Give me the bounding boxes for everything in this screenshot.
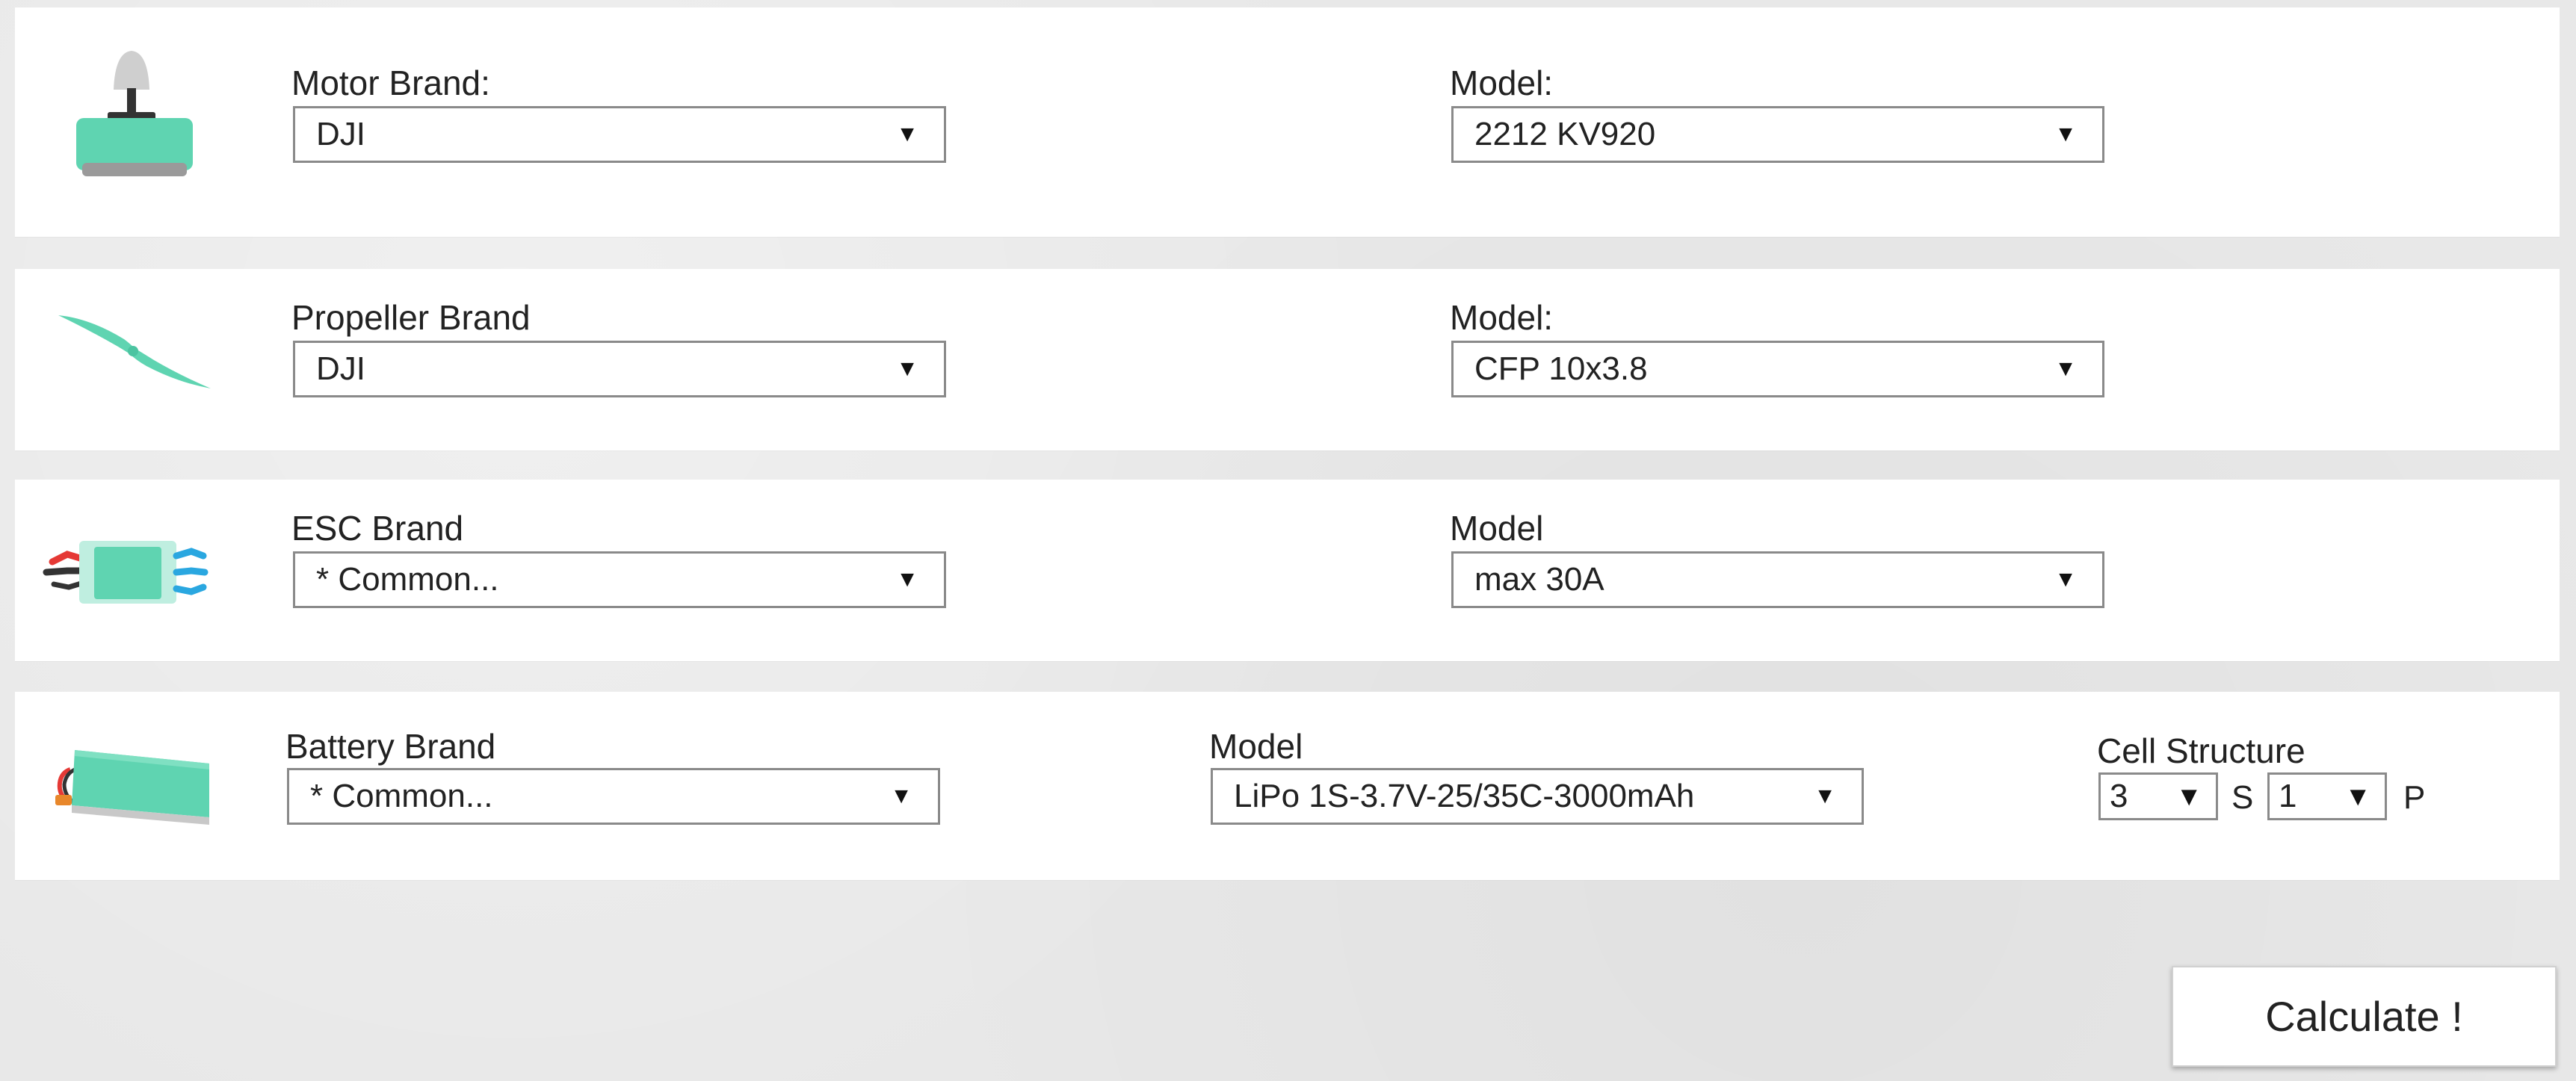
esc-icon xyxy=(43,541,209,604)
esc-brand-label: ESC Brand xyxy=(291,509,464,548)
chevron-down-icon: ▼ xyxy=(2054,567,2077,592)
esc-model-value: max 30A xyxy=(1474,561,1604,598)
propeller-brand-select[interactable]: DJI ▼ xyxy=(293,341,946,397)
parallel-count-value: 1 xyxy=(2279,778,2297,814)
motor-model-select[interactable]: 2212 KV920 ▼ xyxy=(1451,106,2104,163)
motor-model-label: Model: xyxy=(1450,64,1554,102)
propeller-brand-label: Propeller Brand xyxy=(291,298,531,337)
battery-model-label: Model xyxy=(1209,727,1303,766)
series-unit-label: S xyxy=(2231,779,2254,816)
chevron-down-icon: ▼ xyxy=(890,784,912,808)
battery-brand-select[interactable]: * Common... ▼ xyxy=(287,768,940,825)
calculate-button[interactable]: Calculate ! xyxy=(2172,966,2557,1067)
battery-brand-label: Battery Brand xyxy=(285,727,496,766)
esc-panel: ESC Brand * Common... ▼ Model max 30A ▼ xyxy=(15,480,2560,661)
motor-brand-label: Motor Brand: xyxy=(291,64,490,102)
battery-icon xyxy=(55,750,209,825)
propeller-model-label: Model: xyxy=(1450,298,1554,337)
series-count-value: 3 xyxy=(2110,778,2128,814)
chevron-down-icon: ▼ xyxy=(2344,781,2371,811)
propeller-model-value: CFP 10x3.8 xyxy=(1474,350,1648,387)
motor-panel: Motor Brand: DJI ▼ Model: 2212 KV920 ▼ xyxy=(15,7,2560,237)
esc-model-select[interactable]: max 30A ▼ xyxy=(1451,551,2104,608)
propeller-brand-value: DJI xyxy=(316,350,365,387)
battery-brand-value: * Common... xyxy=(310,778,493,814)
chevron-down-icon: ▼ xyxy=(1814,784,1836,808)
motor-icon xyxy=(76,51,193,176)
chevron-down-icon: ▼ xyxy=(2054,356,2077,381)
motor-model-value: 2212 KV920 xyxy=(1474,116,1656,152)
battery-model-select[interactable]: LiPo 1S-3.7V-25/35C-3000mAh ▼ xyxy=(1211,768,1864,825)
chevron-down-icon: ▼ xyxy=(2054,122,2077,146)
chevron-down-icon: ▼ xyxy=(896,567,918,592)
chevron-down-icon: ▼ xyxy=(896,122,918,146)
motor-brand-value: DJI xyxy=(316,116,365,152)
battery-model-value: LiPo 1S-3.7V-25/35C-3000mAh xyxy=(1234,778,1695,814)
propeller-panel: Propeller Brand DJI ▼ Model: CFP 10x3.8 … xyxy=(15,269,2560,450)
parallel-unit-label: P xyxy=(2403,779,2426,816)
chevron-down-icon: ▼ xyxy=(2175,781,2202,811)
esc-brand-select[interactable]: * Common... ▼ xyxy=(293,551,946,608)
propeller-model-select[interactable]: CFP 10x3.8 ▼ xyxy=(1451,341,2104,397)
esc-brand-value: * Common... xyxy=(316,561,499,598)
series-count-select[interactable]: 3 ▼ xyxy=(2098,772,2218,820)
battery-panel: Battery Brand * Common... ▼ Model LiPo 1… xyxy=(15,692,2560,880)
chevron-down-icon: ▼ xyxy=(896,356,918,381)
cell-structure-label: Cell Structure xyxy=(2097,731,2305,770)
parallel-count-select[interactable]: 1 ▼ xyxy=(2267,772,2387,820)
esc-model-label: Model xyxy=(1450,509,1544,548)
motor-brand-select[interactable]: DJI ▼ xyxy=(293,106,946,163)
propeller-icon xyxy=(58,315,211,388)
